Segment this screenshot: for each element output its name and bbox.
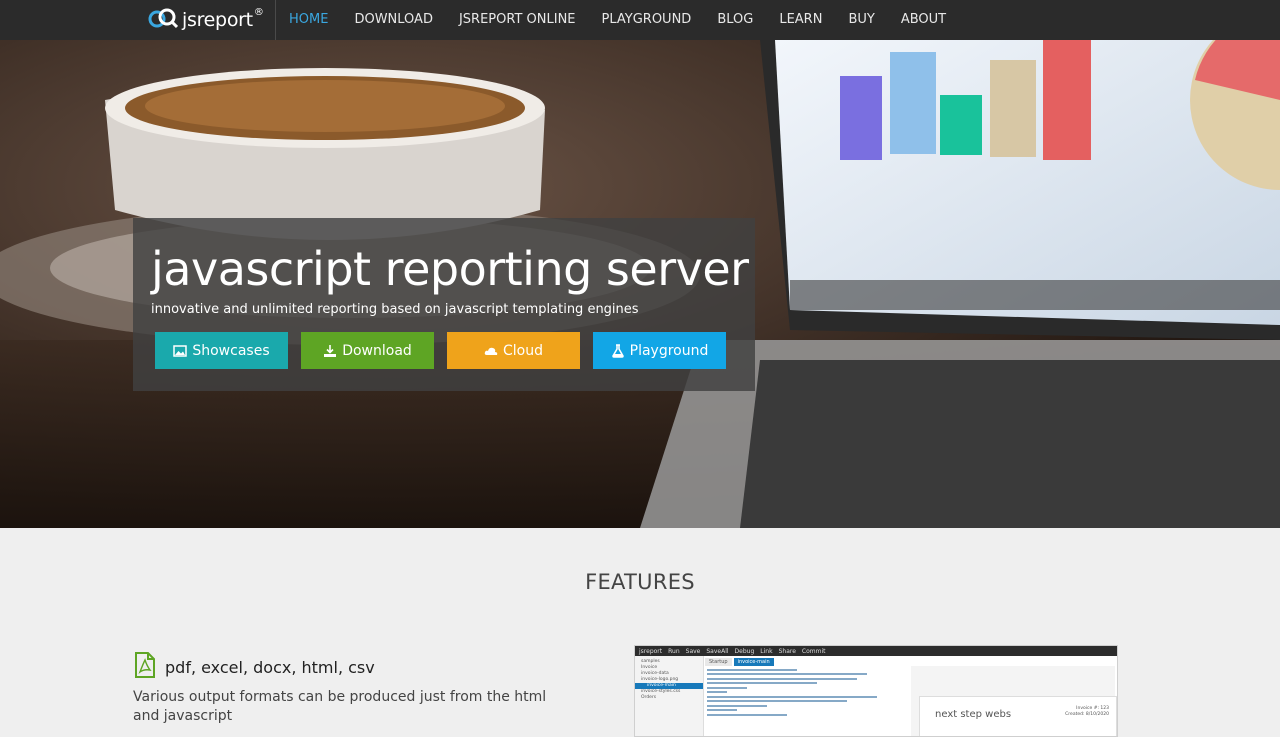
code-line: [707, 668, 797, 671]
nav-learn[interactable]: LEARN: [766, 0, 835, 40]
hero-buttons: Showcases Download Cloud Playground: [155, 332, 726, 369]
studio-link: Link: [760, 647, 773, 655]
studio-save: Save: [685, 647, 701, 655]
code-line: [707, 691, 727, 693]
code-line: [707, 704, 767, 707]
code-line: [707, 700, 847, 702]
cloud-button[interactable]: Cloud: [447, 332, 580, 369]
tree-item: Orders: [641, 695, 657, 700]
download-button[interactable]: Download: [301, 332, 434, 369]
code-line: [707, 713, 787, 716]
studio-code-editor: [707, 666, 907, 736]
nav-jsreport-online[interactable]: JSREPORT ONLINE: [446, 0, 589, 40]
studio-share: Share: [778, 647, 796, 655]
feature-description: Various output formats can be produced j…: [133, 689, 547, 724]
nav-home[interactable]: HOME: [276, 0, 341, 40]
feature-output-formats: pdf, excel, docx, html, csv Various outp…: [133, 652, 583, 726]
button-label: Showcases: [192, 342, 270, 359]
button-label: Cloud: [503, 342, 543, 359]
studio-tab: Startup: [705, 658, 732, 666]
preview-invoice-date: Created: 8/10/2020: [1065, 712, 1109, 717]
code-line: [707, 677, 857, 680]
studio-screenshot: jsreport Run Save SaveAll Debug Link Sha…: [634, 645, 1118, 737]
nav-buy[interactable]: BUY: [835, 0, 887, 40]
code-line: [707, 709, 737, 711]
code-line: [707, 673, 867, 675]
hero-subtitle: innovative and unlimited reporting based…: [151, 302, 639, 317]
download-icon: [323, 344, 337, 358]
studio-run: Run: [668, 647, 680, 655]
hero-title: javascript reporting server: [151, 242, 749, 296]
nav-about[interactable]: ABOUT: [888, 0, 959, 40]
nav-download[interactable]: DOWNLOAD: [341, 0, 446, 40]
main-menu: HOME DOWNLOAD JSREPORT ONLINE PLAYGROUND BLO…: [276, 0, 959, 40]
nav-blog[interactable]: BLOG: [704, 0, 766, 40]
features-heading: FEATURES: [585, 570, 695, 594]
flask-icon: [611, 343, 625, 358]
studio-brand: jsreport: [639, 647, 663, 655]
feature-title: pdf, excel, docx, html, csv: [165, 657, 375, 677]
preview-invoice-info: Invoice #: 123 Created: 8/10/2020: [1065, 706, 1109, 718]
cloud-icon: [484, 344, 498, 358]
studio-saveall: SaveAll: [706, 647, 729, 655]
showcases-button[interactable]: Showcases: [155, 332, 288, 369]
code-line: [707, 695, 877, 698]
code-line: [707, 682, 817, 684]
button-label: Playground: [629, 342, 709, 359]
studio-tabs: Startup invoice-main: [705, 658, 774, 666]
brand-logo-link[interactable]: jsreport®: [148, 0, 274, 40]
studio-tab: invoice-main: [733, 658, 774, 666]
jsreport-logo-icon: [148, 7, 179, 33]
pdf-file-icon: [133, 652, 157, 682]
top-navbar: jsreport® HOME DOWNLOAD JSREPORT ONLINE PLA…: [0, 0, 1280, 40]
code-line: [707, 686, 747, 689]
button-label: Download: [342, 342, 412, 359]
preview-brand: next step webs: [935, 709, 1012, 720]
image-icon: [173, 344, 188, 358]
nav-playground[interactable]: PLAYGROUND: [589, 0, 705, 40]
hero-section: javascript reporting server innovative a…: [0, 40, 1280, 528]
studio-commit: Commit: [801, 647, 826, 655]
brand-name: jsreport®: [182, 7, 264, 31]
studio-tree: samples Invoice invoice-data invoice-log…: [635, 656, 704, 736]
hero-panel: javascript reporting server innovative a…: [133, 218, 755, 391]
studio-debug: Debug: [734, 647, 755, 655]
studio-toolbar: jsreport Run Save SaveAll Debug Link Sha…: [635, 646, 1117, 656]
playground-button[interactable]: Playground: [593, 332, 726, 369]
